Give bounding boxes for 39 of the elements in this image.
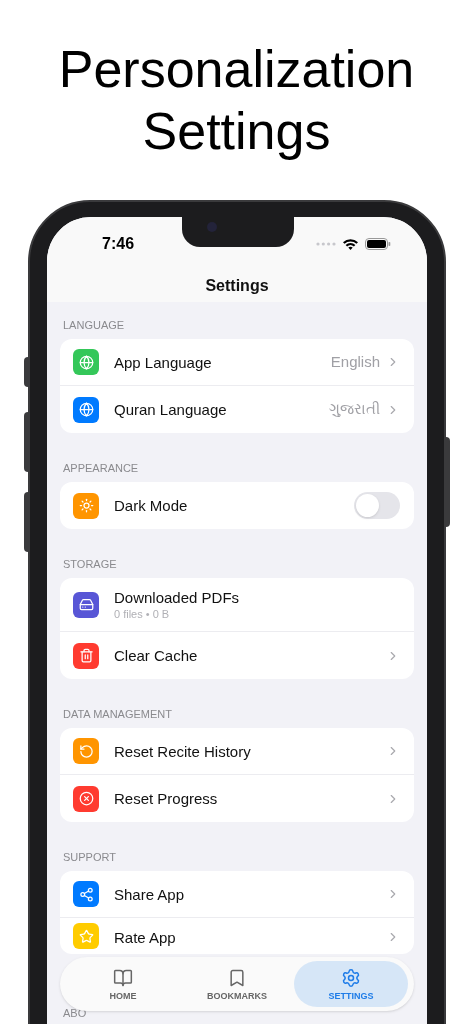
row-label: Dark Mode bbox=[114, 496, 189, 515]
settings-row[interactable]: Share App bbox=[60, 871, 414, 918]
settings-row[interactable]: Dark Mode bbox=[60, 482, 414, 529]
row-value: ગુજરાતી bbox=[329, 399, 380, 420]
section-header: DATA MANAGEMENT bbox=[62, 709, 173, 720]
settings-row[interactable]: Quran Language ગુજરાતી bbox=[60, 386, 414, 433]
toggle-switch[interactable] bbox=[354, 492, 400, 519]
tab-item[interactable]: HOME bbox=[66, 961, 180, 1007]
row-label: Reset Recite History bbox=[114, 741, 252, 761]
section-header: SUPPORT bbox=[62, 852, 117, 863]
nav-title: Settings bbox=[205, 275, 269, 296]
row-subtitle: 0 files • 0 B bbox=[114, 606, 171, 622]
settings-row[interactable]: Clear Cache bbox=[60, 632, 414, 679]
bookmark-icon bbox=[227, 967, 247, 988]
row-label: Share App bbox=[114, 884, 186, 904]
section-header: STORAGE bbox=[62, 559, 118, 570]
settings-icon bbox=[341, 967, 361, 988]
row-label: Reset Progress bbox=[114, 789, 219, 808]
section-header: APPEARANCE bbox=[62, 463, 140, 474]
battery-icon bbox=[365, 237, 391, 250]
settings-row[interactable]: Reset Recite History bbox=[60, 728, 414, 775]
book-icon bbox=[113, 967, 133, 988]
tab-item[interactable]: BOOKMARKS bbox=[180, 961, 294, 1007]
signal-dots-icon bbox=[316, 241, 336, 246]
settings-row[interactable]: Reset Progress bbox=[60, 775, 414, 822]
row-label: Quran Language bbox=[114, 400, 228, 419]
row-value: English bbox=[330, 351, 380, 372]
headline: Personalization Settings bbox=[57, 39, 416, 162]
settings-row[interactable]: Rate App bbox=[60, 918, 414, 954]
row-label: Rate App bbox=[114, 928, 177, 947]
wifi-icon bbox=[342, 237, 359, 250]
settings-row[interactable]: Downloaded PDFs 0 files • 0 B bbox=[60, 578, 414, 632]
status-time: 7:46 bbox=[102, 233, 135, 254]
section-header: LANGUAGE bbox=[62, 320, 126, 331]
row-label: Downloaded PDFs bbox=[114, 587, 241, 607]
settings-row[interactable]: App Language English bbox=[60, 339, 414, 386]
row-label: Clear Cache bbox=[114, 646, 199, 665]
camera-icon bbox=[207, 222, 217, 232]
row-label: App Language bbox=[114, 352, 213, 372]
